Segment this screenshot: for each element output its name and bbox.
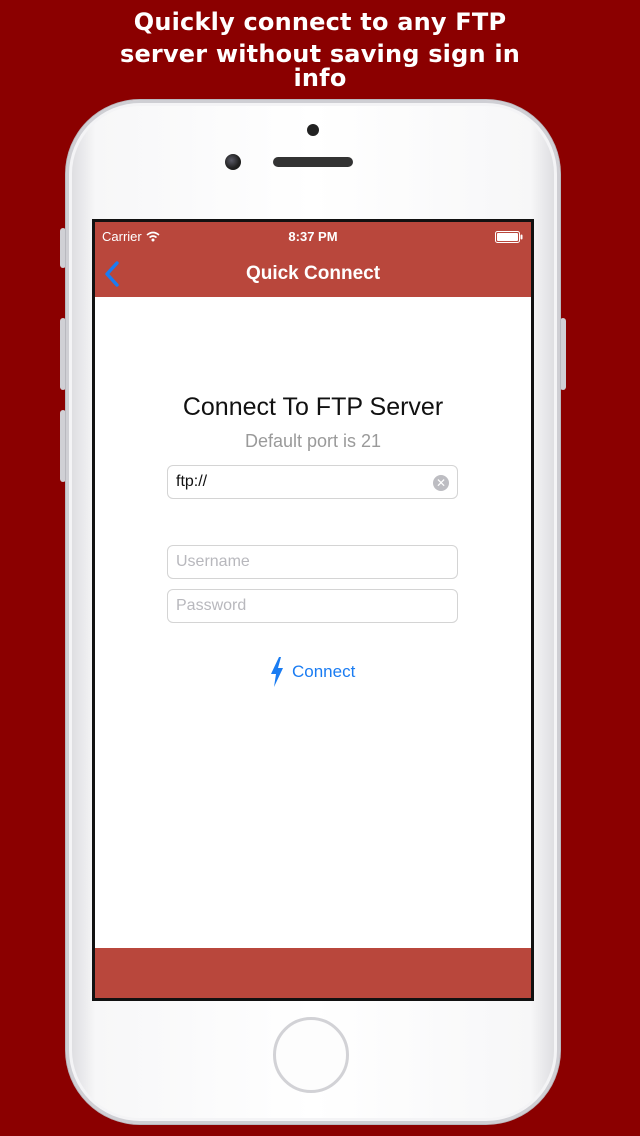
earpiece-speaker [273, 157, 353, 167]
bottom-toolbar [95, 948, 531, 998]
top-bar: Carrier 8:37 PM Quick Connect [95, 222, 531, 297]
connect-button[interactable]: Connect [270, 655, 355, 689]
form-heading: Connect To FTP Server [182, 393, 444, 421]
ftp-url-field: ✕ [167, 465, 458, 499]
connect-label: Connect [292, 662, 356, 681]
form-subheading: Default port is 21 [244, 431, 382, 451]
lightning-bolt-icon [271, 657, 283, 687]
clear-circle-icon[interactable]: ✕ [433, 475, 449, 491]
password-field [167, 589, 458, 623]
promo-headline: Quickly connect to any FTP server withou… [0, 6, 640, 94]
nav-title: Quick Connect [245, 263, 381, 284]
promo-line-3: info [293, 64, 347, 92]
phone-screen: Carrier 8:37 PM Quick Connect Connect To [92, 219, 534, 1001]
username-input[interactable] [168, 546, 457, 578]
navigation-bar: Quick Connect [95, 254, 531, 294]
front-camera-icon [225, 154, 241, 170]
status-bar: Carrier 8:37 PM [95, 228, 531, 246]
promo-line-1: Quickly connect to any FTP [133, 8, 507, 36]
battery-icon [495, 231, 523, 243]
home-button[interactable] [273, 1017, 349, 1093]
ftp-url-input[interactable] [168, 466, 457, 498]
phone-power-button [560, 318, 566, 390]
quick-connect-form: Connect To FTP Server Default port is 21… [95, 297, 531, 948]
proximity-sensor [307, 124, 319, 136]
password-input[interactable] [168, 590, 457, 622]
username-field [167, 545, 458, 579]
status-time: 8:37 PM [288, 229, 338, 244]
